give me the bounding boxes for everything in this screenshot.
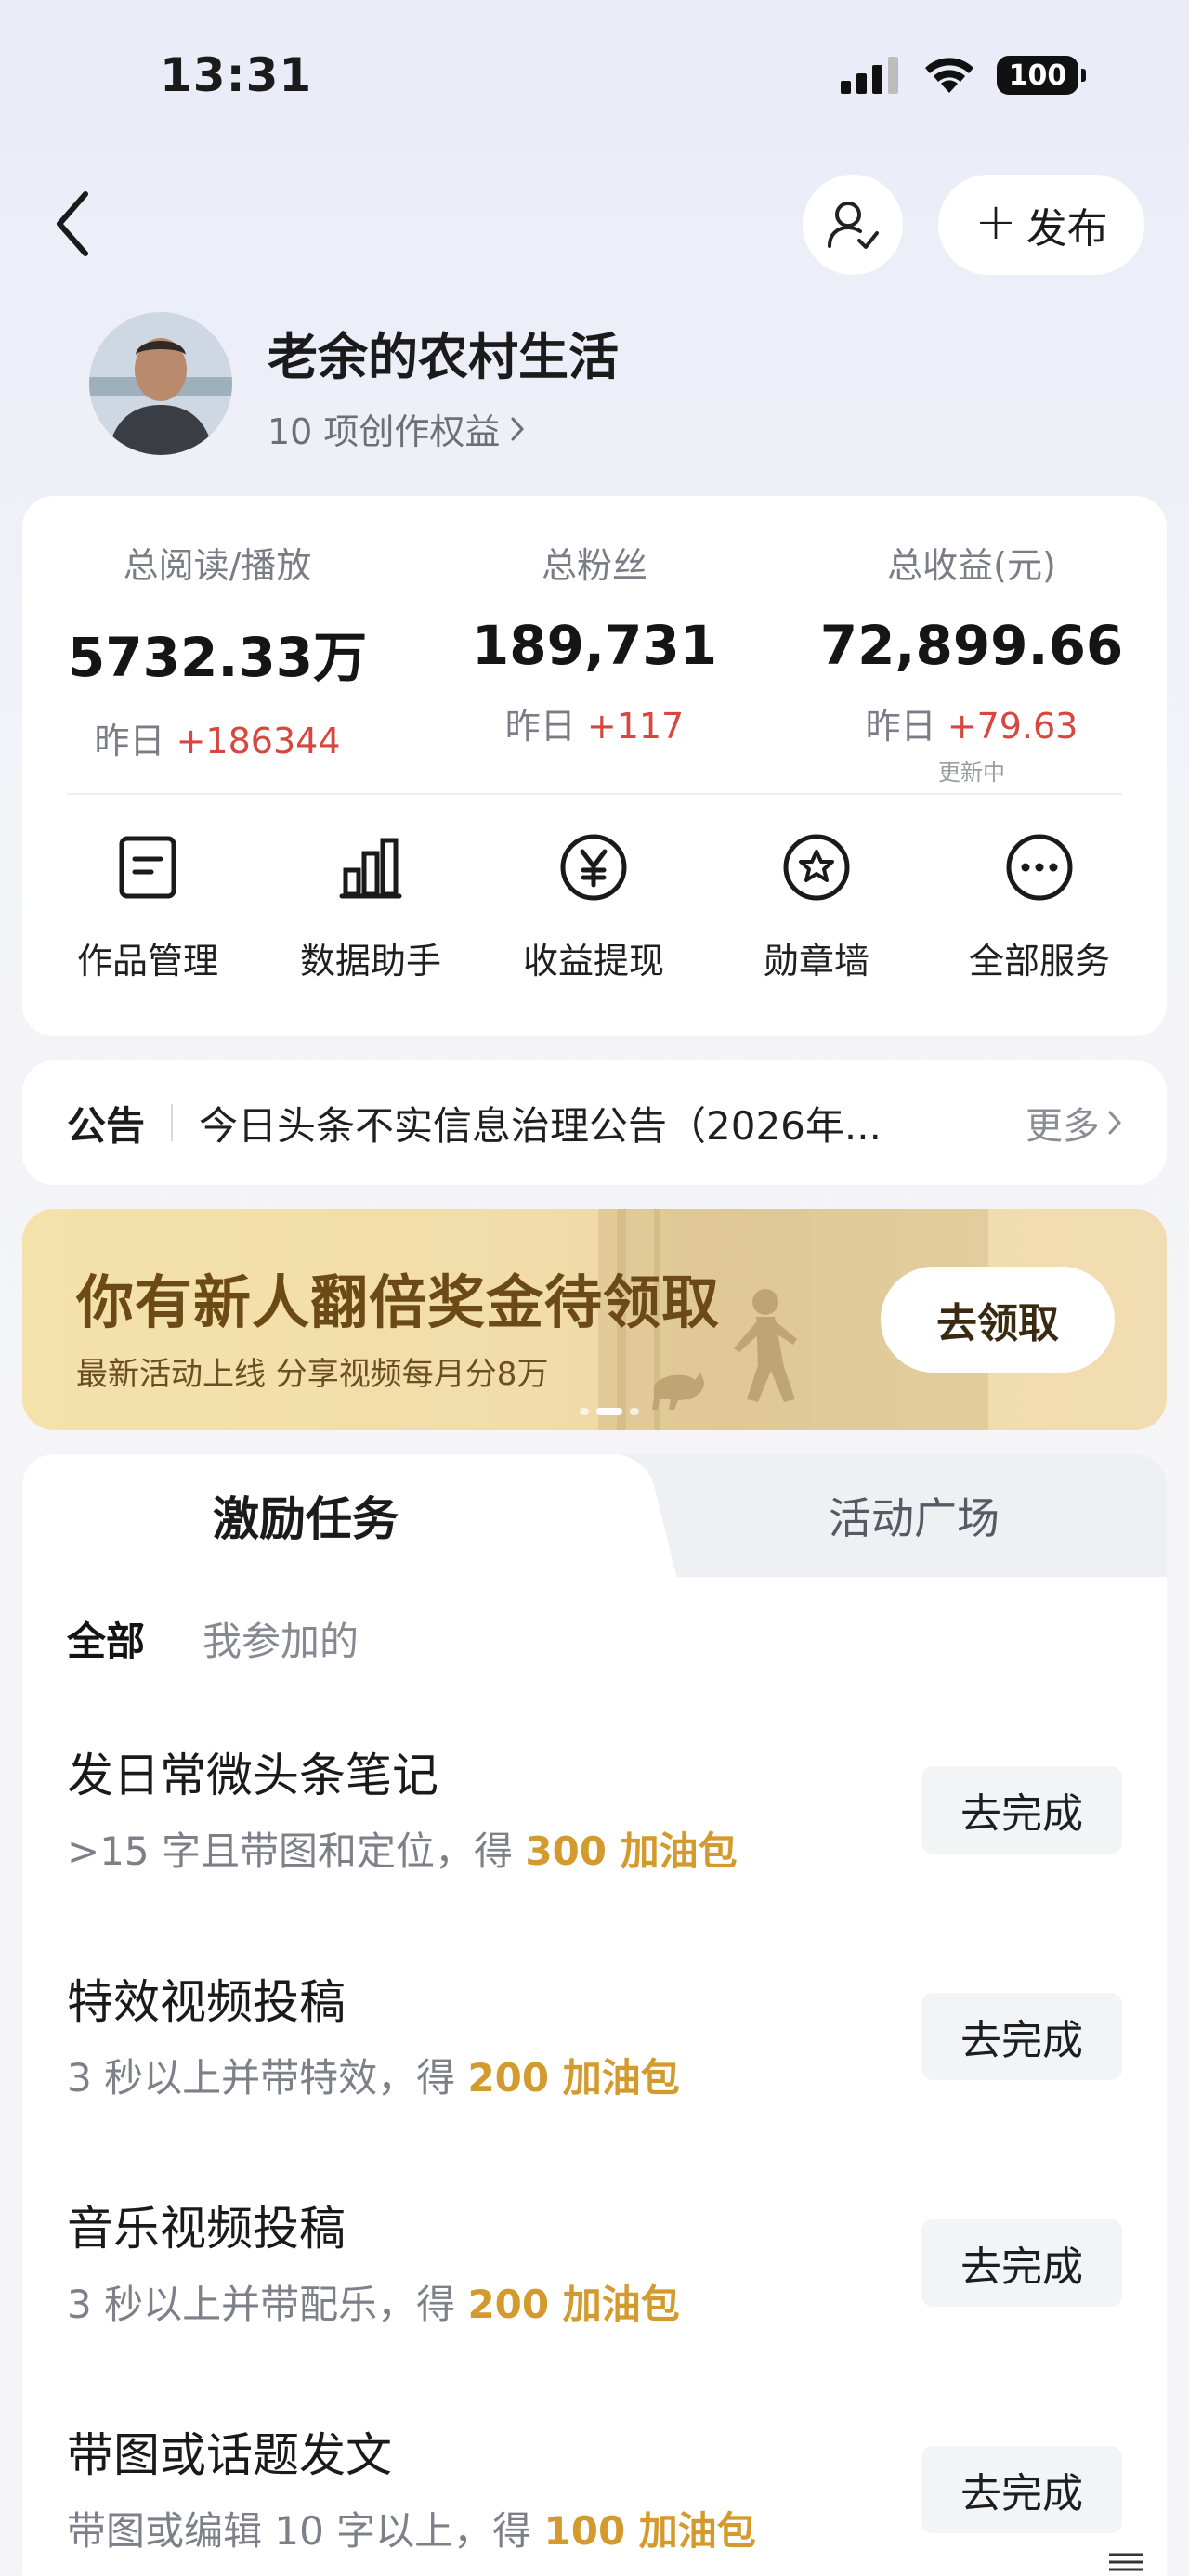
stat-change-prefix: 昨日 — [504, 706, 576, 747]
carousel-indicator — [580, 1408, 639, 1415]
creator-rights-label: 10 项创作权益 — [268, 411, 501, 452]
medal-icon — [779, 830, 854, 904]
avatar[interactable] — [89, 312, 232, 455]
stats-card: 总阅读/播放 5732.33万 昨日 +186344 总粉丝 189,731 昨… — [22, 496, 1167, 1036]
bar-chart-icon — [333, 830, 408, 904]
service-label: 全部服务 — [968, 941, 1110, 982]
tasks-section: 活动广场 激励任务 全部 我参加的 发日常微头条笔记 >15 字且带图和定位，得… — [22, 1454, 1167, 2576]
task-filters: 全部 我参加的 — [67, 1610, 359, 1667]
profile-button[interactable] — [803, 175, 903, 275]
stat-change: 昨日 +79.63 — [795, 697, 1148, 748]
list-view-icon[interactable] — [1107, 2552, 1144, 2572]
stat-label: 总阅读/播放 — [123, 545, 312, 586]
yen-icon — [556, 830, 631, 904]
stat-change-value: +117 — [586, 706, 685, 747]
service-label: 收益提现 — [522, 941, 664, 982]
stat-total-fans[interactable]: 总粉丝 189,731 昨日 +117 — [418, 537, 771, 748]
stat-value: 5732.33万 — [67, 626, 368, 689]
stat-change-value: +79.63 — [947, 706, 1078, 747]
more-icon — [1002, 830, 1077, 904]
complete-task-button[interactable]: 去完成 — [921, 1766, 1122, 1854]
tab-activity-plaza[interactable]: 活动广场 — [691, 1454, 1137, 1577]
stat-change: 昨日 +186344 — [41, 712, 394, 763]
tab-label: 激励任务 — [213, 1492, 399, 1546]
signal-icon — [841, 57, 898, 94]
filter-joined[interactable]: 我参加的 — [203, 1610, 359, 1667]
notice-tag: 公告 — [67, 1102, 146, 1149]
status-icons: 100 — [841, 56, 1086, 95]
stat-label: 总收益(元) — [887, 545, 1056, 586]
banner-subtitle: 最新活动上线 分享视频每月分8万 — [76, 1356, 549, 1393]
status-time: 13:31 — [160, 48, 313, 102]
wifi-icon — [925, 58, 973, 93]
task-reward: 200 加油包 — [467, 2282, 680, 2327]
service-medal-wall[interactable]: 勋章墙 — [705, 830, 928, 983]
task-desc-text: 3 秒以上并带配乐，得 — [67, 2282, 468, 2327]
banner-title: 你有新人翻倍奖金待领取 — [76, 1268, 721, 1336]
battery-level: 100 — [1008, 59, 1067, 92]
carousel-dot — [580, 1408, 589, 1415]
stat-change: 昨日 +117 — [418, 697, 771, 748]
task-item: 带图或话题发文 带图或编辑 10 字以上，得 100 加油包 去完成 — [67, 2418, 1122, 2567]
service-income-withdraw[interactable]: 收益提现 — [482, 830, 705, 983]
chevron-right-icon — [1108, 1111, 1122, 1135]
document-icon — [111, 830, 185, 904]
service-label: 勋章墙 — [763, 941, 869, 982]
complete-task-button[interactable]: 去完成 — [921, 1993, 1122, 2080]
task-reward: 200 加油包 — [467, 2055, 680, 2101]
service-all-services[interactable]: 全部服务 — [928, 830, 1151, 983]
complete-task-button[interactable]: 去完成 — [921, 2446, 1122, 2533]
chevron-left-icon — [57, 191, 88, 256]
stat-label: 总粉丝 — [541, 545, 647, 586]
services-row: 作品管理 数据助手 收益提现 勋章墙 全部服务 — [22, 830, 1167, 983]
service-data-assistant[interactable]: 数据助手 — [259, 830, 482, 983]
stat-value: 72,899.66 — [819, 614, 1124, 677]
stat-change-prefix: 昨日 — [865, 706, 936, 747]
divider — [67, 793, 1122, 795]
stat-note: 更新中 — [938, 760, 1005, 786]
carousel-dot — [630, 1408, 639, 1415]
stat-total-reads[interactable]: 总阅读/播放 5732.33万 昨日 +186344 — [41, 537, 394, 763]
tasks-tabs: 活动广场 激励任务 — [22, 1454, 1167, 1577]
service-label: 作品管理 — [76, 941, 218, 982]
battery-indicator: 100 — [997, 56, 1086, 95]
user-check-icon — [828, 202, 879, 249]
back-button[interactable] — [45, 182, 100, 266]
service-works-management[interactable]: 作品管理 — [36, 830, 259, 983]
task-item: 音乐视频投稿 3 秒以上并带配乐，得 200 加油包 去完成 — [67, 2192, 1122, 2340]
task-desc-text: 3 秒以上并带特效，得 — [67, 2055, 468, 2101]
plus-icon: + — [974, 192, 1017, 251]
carousel-dot-active — [596, 1408, 622, 1415]
tab-incentive-tasks[interactable]: 激励任务 — [22, 1454, 635, 1577]
service-label: 数据助手 — [299, 941, 441, 982]
stat-total-income[interactable]: 总收益(元) 72,899.66 昨日 +79.63 更新中 — [795, 537, 1148, 787]
stat-value: 189,731 — [471, 614, 718, 677]
divider — [171, 1104, 174, 1141]
notice-text[interactable]: 今日头条不实信息治理公告（2026年... — [199, 1095, 942, 1151]
publish-label: 发布 — [1026, 205, 1108, 253]
task-reward: 100 加油包 — [543, 2508, 756, 2554]
notice-more-link[interactable]: 更多 — [1026, 1096, 1122, 1150]
chevron-right-icon — [511, 417, 525, 440]
notice-more-label: 更多 — [1026, 1105, 1100, 1148]
claim-button[interactable]: 去领取 — [881, 1267, 1115, 1373]
task-item: 特效视频投稿 3 秒以上并带特效，得 200 加油包 去完成 — [67, 1965, 1122, 2114]
promo-banner[interactable]: 你有新人翻倍奖金待领取 最新活动上线 分享视频每月分8万 去领取 — [22, 1209, 1167, 1430]
publish-button[interactable]: + 发布 — [938, 175, 1144, 275]
notice-bar[interactable]: 公告 今日头条不实信息治理公告（2026年... 更多 — [22, 1060, 1167, 1185]
task-reward: 300 加油包 — [525, 1828, 738, 1874]
complete-task-button[interactable]: 去完成 — [921, 2219, 1122, 2307]
stat-change-prefix: 昨日 — [94, 721, 165, 761]
task-desc-text: 带图或编辑 10 字以上，得 — [67, 2508, 544, 2554]
stat-change-value: +186344 — [176, 721, 341, 761]
task-desc-text: >15 字且带图和定位，得 — [67, 1828, 526, 1874]
creator-rights-link[interactable]: 10 项创作权益 — [268, 403, 526, 454]
task-item: 发日常微头条笔记 >15 字且带图和定位，得 300 加油包 去完成 — [67, 1738, 1122, 1887]
avatar-image — [89, 312, 232, 455]
channel-name: 老余的农村生活 — [268, 328, 619, 386]
filter-all[interactable]: 全部 — [67, 1610, 145, 1667]
